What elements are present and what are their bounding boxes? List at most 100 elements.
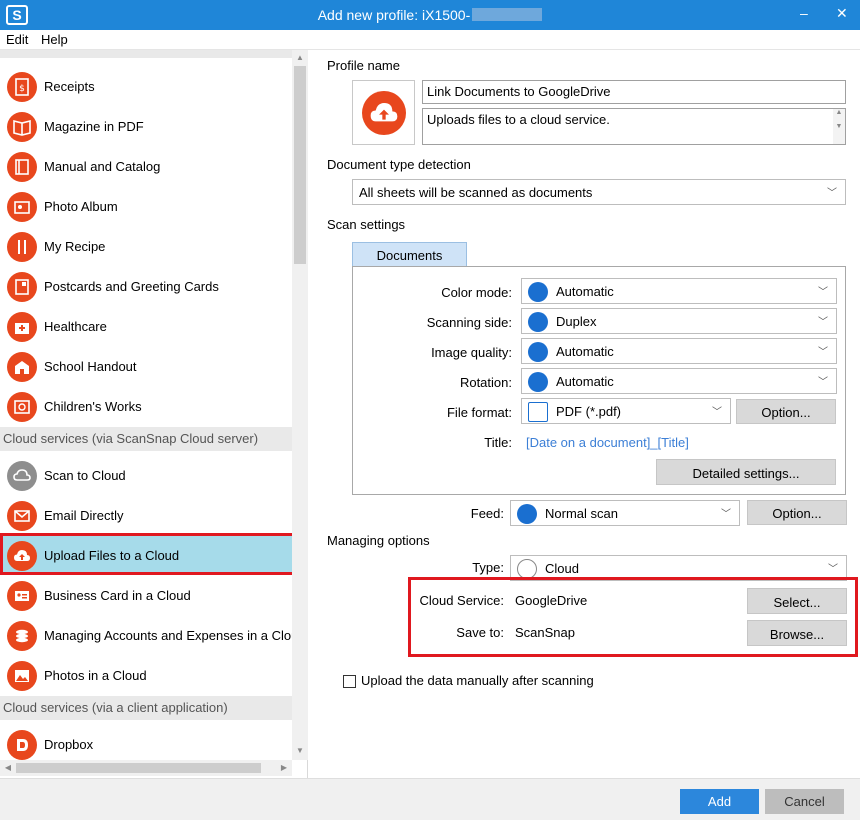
image-quality-label: Image quality: — [431, 345, 512, 360]
rotation-label: Rotation: — [459, 375, 512, 390]
profile-item-label: Children's Works — [44, 399, 142, 414]
svg-text:$: $ — [19, 84, 25, 94]
profile-item-postcards[interactable]: Postcards and Greeting Cards — [0, 266, 292, 306]
chevron-down-icon: ﹀ — [818, 377, 828, 388]
profile-item-label: Email Directly — [44, 508, 124, 523]
scroll-up-icon[interactable]: ▲ — [292, 51, 308, 65]
file-format-dropdown[interactable]: PDF (*.pdf) ﹀ — [521, 398, 731, 424]
upload-manual-checkbox[interactable] — [343, 675, 356, 688]
pdf-file-icon — [528, 402, 548, 422]
scan-settings-section: Scan settings — [327, 217, 406, 232]
profile-item-label: Healthcare — [44, 319, 107, 334]
book-icon — [7, 152, 37, 182]
profile-name-input[interactable]: Link Documents to GoogleDrive — [422, 80, 846, 104]
title-link[interactable]: [Date on a document]_[Title] — [526, 435, 689, 450]
profile-item-label: My Recipe — [44, 239, 106, 254]
color-mode-dropdown[interactable]: Automatic ﹀ — [521, 278, 837, 304]
picture-icon — [7, 661, 37, 691]
postcard-icon — [7, 272, 37, 302]
detailed-settings-button[interactable]: Detailed settings... — [656, 459, 836, 485]
feed-option-button[interactable]: Option... — [747, 500, 847, 525]
profile-item-business-card[interactable]: Business Card in a Cloud — [0, 575, 292, 615]
hospital-icon — [7, 312, 37, 342]
profile-item-childrens-works[interactable]: Children's Works — [0, 386, 292, 426]
menu-bar: Edit Help — [0, 30, 860, 50]
profile-item-label: Photo Album — [44, 199, 118, 214]
scansnap-cloud-icon — [517, 559, 537, 579]
color-mode-label: Color mode: — [441, 285, 512, 300]
profile-item-magazine[interactable]: Magazine in PDF — [0, 106, 292, 146]
profile-item-label: Dropbox — [44, 737, 94, 752]
profile-item-label: Business Card in a Cloud — [44, 588, 191, 603]
profile-item-scan-to-cloud[interactable]: Scan to Cloud — [0, 455, 292, 495]
auto-quality-icon — [528, 342, 548, 362]
menu-edit[interactable]: Edit — [6, 32, 28, 47]
profile-list-vscrollbar[interactable]: ▲ ▼ — [292, 50, 308, 760]
chevron-down-icon: ﹀ — [828, 564, 838, 575]
feed-label: Feed: — [470, 506, 504, 521]
vscroll-thumb[interactable] — [294, 66, 306, 264]
menu-help[interactable]: Help — [41, 32, 68, 47]
profile-item-label: Managing Accounts and Expenses in a Clou — [44, 628, 299, 643]
profile-item-recipe[interactable]: My Recipe — [0, 226, 292, 266]
chevron-down-icon: ﹀ — [818, 317, 828, 328]
envelope-icon — [7, 501, 37, 531]
profile-item-healthcare[interactable]: Healthcare — [0, 306, 292, 346]
profile-item-photos-cloud[interactable]: Photos in a Cloud — [0, 655, 292, 695]
profile-item-accounts-expenses[interactable]: Managing Accounts and Expenses in a Clou — [0, 615, 298, 655]
scanning-side-label: Scanning side: — [426, 315, 512, 330]
description-scrollbar[interactable]: ▲ ▼ — [833, 109, 845, 144]
rotate-icon — [528, 372, 548, 392]
utensils-icon — [7, 232, 37, 262]
hscroll-thumb[interactable] — [16, 763, 261, 773]
scroll-left-icon[interactable]: ◀ — [0, 760, 16, 776]
profile-item-dropbox[interactable]: Dropbox — [0, 724, 292, 764]
chevron-down-icon: ﹀ — [818, 347, 828, 358]
profile-list-hscrollbar[interactable]: ◀ ▶ — [0, 760, 292, 776]
cancel-button[interactable]: Cancel — [765, 789, 844, 814]
window-title: Add new profile: iX1500- — [317, 7, 471, 23]
profile-list[interactable]: Personal $ Receipts Magazine in PDF Manu… — [0, 50, 308, 778]
detection-dropdown[interactable]: All sheets will be scanned as documents … — [352, 179, 846, 205]
rotation-dropdown[interactable]: Automatic ﹀ — [521, 368, 837, 394]
image-quality-dropdown[interactable]: Automatic ﹀ — [521, 338, 837, 364]
redacted-serial — [472, 8, 543, 21]
group-header-client-app: Cloud services (via a client application… — [0, 696, 292, 720]
profile-item-email-directly[interactable]: Email Directly — [0, 495, 292, 535]
scansnap-cloud-icon — [7, 461, 37, 491]
auto-color-icon — [528, 282, 548, 302]
file-format-option-button[interactable]: Option... — [736, 399, 836, 424]
scroll-right-icon[interactable]: ▶ — [276, 760, 292, 776]
artwork-icon — [7, 392, 37, 422]
close-button[interactable]: ✕ — [836, 5, 848, 22]
profile-item-label: Postcards and Greeting Cards — [44, 279, 219, 294]
managing-options-section: Managing options — [327, 533, 430, 548]
magazine-icon — [7, 112, 37, 142]
profile-description-input[interactable]: Uploads files to a cloud service. ▲ ▼ — [422, 108, 846, 145]
profile-item-label: School Handout — [44, 359, 137, 374]
feed-dropdown[interactable]: Normal scan ﹀ — [510, 500, 740, 526]
profile-item-photo-album[interactable]: Photo Album — [0, 186, 292, 226]
minimize-button[interactable]: – — [800, 5, 808, 21]
tab-documents[interactable]: Documents — [352, 242, 467, 267]
coins-icon — [7, 621, 37, 651]
profile-icon-frame[interactable] — [352, 80, 415, 145]
annotation-highlight-selected — [0, 533, 296, 575]
profile-item-receipts[interactable]: $ Receipts — [0, 66, 292, 106]
feed-icon — [517, 504, 537, 524]
scroll-down-icon[interactable]: ▼ — [292, 744, 308, 758]
profile-settings-panel: Profile name Link Documents to GoogleDri… — [312, 50, 860, 778]
detection-section: Document type detection — [327, 157, 471, 172]
file-format-label: File format: — [446, 405, 512, 420]
cloud-upload-icon — [362, 91, 406, 135]
profile-item-manual[interactable]: Manual and Catalog — [0, 146, 292, 186]
scanning-side-dropdown[interactable]: Duplex ﹀ — [521, 308, 837, 334]
group-header-cloud-server: Cloud services (via ScanSnap Cloud serve… — [0, 427, 292, 451]
profile-item-label: Magazine in PDF — [44, 119, 144, 134]
profile-item-label: Scan to Cloud — [44, 468, 126, 483]
upload-manual-label: Upload the data manually after scanning — [361, 673, 594, 688]
chevron-down-icon: ﹀ — [712, 407, 722, 418]
add-button[interactable]: Add — [680, 789, 759, 814]
profile-item-school-handout[interactable]: School Handout — [0, 346, 292, 386]
chevron-down-icon: ﹀ — [818, 287, 828, 298]
